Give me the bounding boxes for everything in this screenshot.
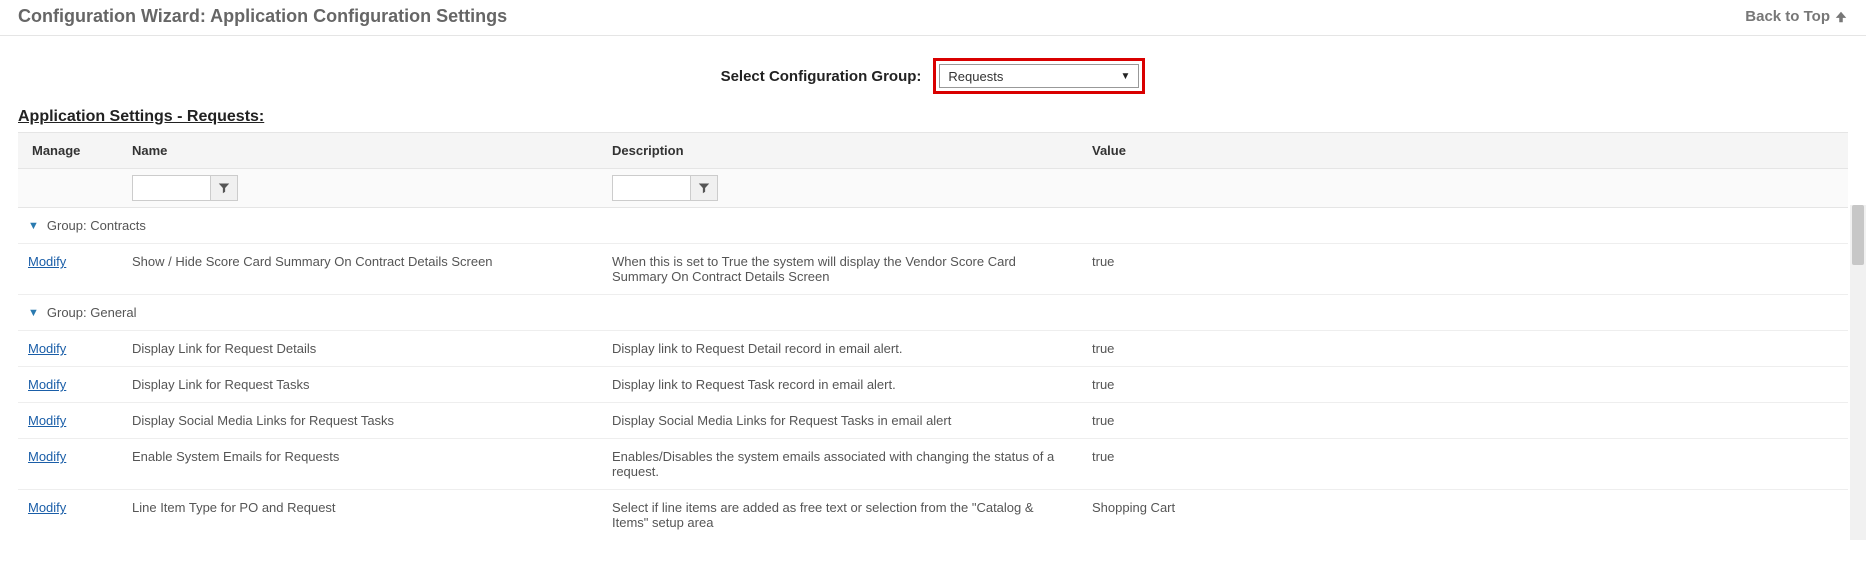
back-to-top-label: Back to Top bbox=[1745, 8, 1830, 25]
config-group-select[interactable]: Requests ▼ bbox=[939, 64, 1139, 88]
settings-grid: Manage Name Description Value bbox=[18, 132, 1848, 540]
modify-link[interactable]: Modify bbox=[28, 500, 66, 515]
row-value: true bbox=[1078, 331, 1548, 366]
col-header-name[interactable]: Name bbox=[118, 133, 598, 168]
modify-link[interactable]: Modify bbox=[28, 449, 66, 464]
section-title: Application Settings - Requests: bbox=[0, 108, 1866, 132]
row-description: Display link to Request Detail record in… bbox=[598, 331, 1078, 366]
row-name: Display Link for Request Details bbox=[118, 331, 598, 366]
config-group-selected-value: Requests bbox=[948, 69, 1003, 84]
group-label: Group: Contracts bbox=[47, 218, 146, 233]
filter-icon bbox=[698, 182, 710, 194]
config-group-label: Select Configuration Group: bbox=[721, 68, 922, 85]
modify-link[interactable]: Modify bbox=[28, 377, 66, 392]
table-row: Modify Display Social Media Links for Re… bbox=[18, 403, 1848, 439]
row-description: Select if line items are added as free t… bbox=[598, 490, 1078, 540]
page-title: Configuration Wizard: Application Config… bbox=[18, 6, 507, 27]
grid-header: Manage Name Description Value bbox=[18, 133, 1848, 169]
vertical-scrollbar[interactable] bbox=[1850, 205, 1866, 540]
config-group-highlight: Requests ▼ bbox=[933, 58, 1145, 94]
row-value: true bbox=[1078, 403, 1548, 438]
filter-icon bbox=[218, 182, 230, 194]
row-name: Show / Hide Score Card Summary On Contra… bbox=[118, 244, 598, 294]
chevron-down-icon: ▼ bbox=[28, 307, 39, 319]
row-name: Enable System Emails for Requests bbox=[118, 439, 598, 489]
col-header-manage[interactable]: Manage bbox=[18, 133, 118, 168]
row-name: Display Link for Request Tasks bbox=[118, 367, 598, 402]
col-header-value[interactable]: Value bbox=[1078, 133, 1548, 168]
back-to-top-link[interactable]: Back to Top bbox=[1745, 8, 1848, 25]
row-value: true bbox=[1078, 244, 1548, 294]
group-label: Group: General bbox=[47, 305, 137, 320]
modify-link[interactable]: Modify bbox=[28, 341, 66, 356]
row-value: true bbox=[1078, 439, 1548, 489]
arrow-up-icon bbox=[1834, 10, 1848, 24]
row-description: Display Social Media Links for Request T… bbox=[598, 403, 1078, 438]
table-row: Modify Line Item Type for PO and Request… bbox=[18, 490, 1848, 540]
grid-filters bbox=[18, 169, 1848, 208]
row-description: Display link to Request Task record in e… bbox=[598, 367, 1078, 402]
description-filter-button[interactable] bbox=[690, 175, 718, 201]
row-value: Shopping Cart bbox=[1078, 490, 1548, 540]
description-filter-input[interactable] bbox=[612, 175, 690, 201]
row-name: Display Social Media Links for Request T… bbox=[118, 403, 598, 438]
group-header[interactable]: ▼ Group: General bbox=[18, 295, 1848, 331]
name-filter-button[interactable] bbox=[210, 175, 238, 201]
row-description: When this is set to True the system will… bbox=[598, 244, 1078, 294]
group-header[interactable]: ▼ Group: Contracts bbox=[18, 208, 1848, 244]
table-row: Modify Enable System Emails for Requests… bbox=[18, 439, 1848, 490]
modify-link[interactable]: Modify bbox=[28, 413, 66, 428]
table-row: Modify Display Link for Request Tasks Di… bbox=[18, 367, 1848, 403]
name-filter-input[interactable] bbox=[132, 175, 210, 201]
chevron-down-icon: ▼ bbox=[1121, 71, 1131, 82]
chevron-down-icon: ▼ bbox=[28, 220, 39, 232]
table-row: Modify Display Link for Request Details … bbox=[18, 331, 1848, 367]
scrollbar-thumb[interactable] bbox=[1852, 205, 1864, 265]
table-row: Modify Show / Hide Score Card Summary On… bbox=[18, 244, 1848, 295]
row-description: Enables/Disables the system emails assoc… bbox=[598, 439, 1078, 489]
row-name: Line Item Type for PO and Request bbox=[118, 490, 598, 540]
row-value: true bbox=[1078, 367, 1548, 402]
col-header-description[interactable]: Description bbox=[598, 133, 1078, 168]
modify-link[interactable]: Modify bbox=[28, 254, 66, 269]
